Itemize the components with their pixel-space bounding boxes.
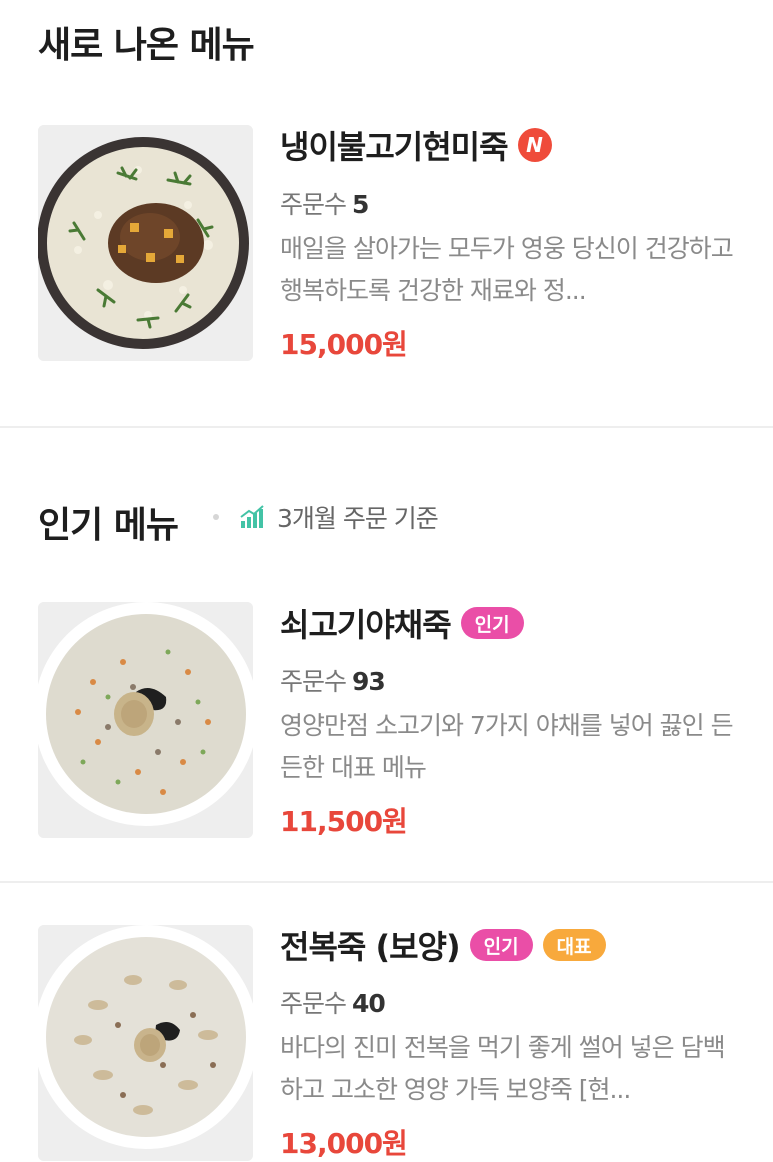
popular-badge: 인기 bbox=[469, 929, 533, 961]
item-name-row: 냉이불고기현미죽 N bbox=[280, 122, 552, 168]
abalone-porridge-image bbox=[38, 925, 253, 1161]
popular-menu-title: 인기 메뉴 bbox=[38, 505, 179, 546]
order-count: 주문수 40 bbox=[280, 984, 386, 1020]
item-name: 냉이불고기현미죽 bbox=[280, 128, 509, 166]
order-count-label: 주문수 bbox=[280, 989, 347, 1018]
separator-dot bbox=[213, 514, 219, 520]
item-description: 바다의 진미 전복을 먹기 좋게 썰어 넣은 담백하고 고소한 영양 가득 보양… bbox=[280, 1033, 726, 1104]
order-basis-text: 3개월 주문 기준 bbox=[277, 504, 439, 533]
item-price: 11,500원 bbox=[280, 805, 408, 838]
new-badge: N bbox=[517, 128, 552, 162]
order-count-value: 40 bbox=[352, 989, 386, 1018]
order-basis: 3개월 주문 기준 bbox=[213, 499, 439, 535]
item-name: 전복죽 (보양) bbox=[280, 928, 461, 966]
item-description: 영양만점 소고기와 7가지 야채를 넣어 끓인 든든한 대표 메뉴 bbox=[280, 711, 734, 782]
order-count-label: 주문수 bbox=[280, 667, 347, 696]
item-name-row: 전복죽 (보양) 인기 대표 bbox=[280, 922, 606, 968]
section-divider bbox=[0, 426, 773, 428]
item-price: 15,000원 bbox=[280, 328, 408, 361]
item-description: 매일을 살아가는 모두가 영웅 당신이 건강하고 행복하도록 건강한 재료와 정… bbox=[280, 234, 734, 305]
item-name-row: 쇠고기야채죽 인기 bbox=[280, 600, 524, 646]
item-price: 13,000원 bbox=[280, 1127, 408, 1160]
order-count-value: 93 bbox=[352, 667, 386, 696]
bar-chart-icon bbox=[240, 505, 264, 528]
item-name: 쇠고기야채죽 bbox=[280, 606, 452, 644]
beef-vegetable-porridge-image bbox=[38, 602, 253, 838]
order-count-value: 5 bbox=[352, 190, 369, 219]
new-menu-title: 새로 나온 메뉴 bbox=[38, 25, 255, 66]
order-count: 주문수 5 bbox=[280, 185, 369, 221]
order-count: 주문수 93 bbox=[280, 662, 386, 698]
order-count-label: 주문수 bbox=[280, 190, 347, 219]
popular-badge: 인기 bbox=[460, 607, 524, 639]
item-divider bbox=[0, 881, 773, 883]
beef-bulgogi-porridge-image bbox=[38, 125, 253, 361]
representative-badge: 대표 bbox=[542, 929, 606, 961]
